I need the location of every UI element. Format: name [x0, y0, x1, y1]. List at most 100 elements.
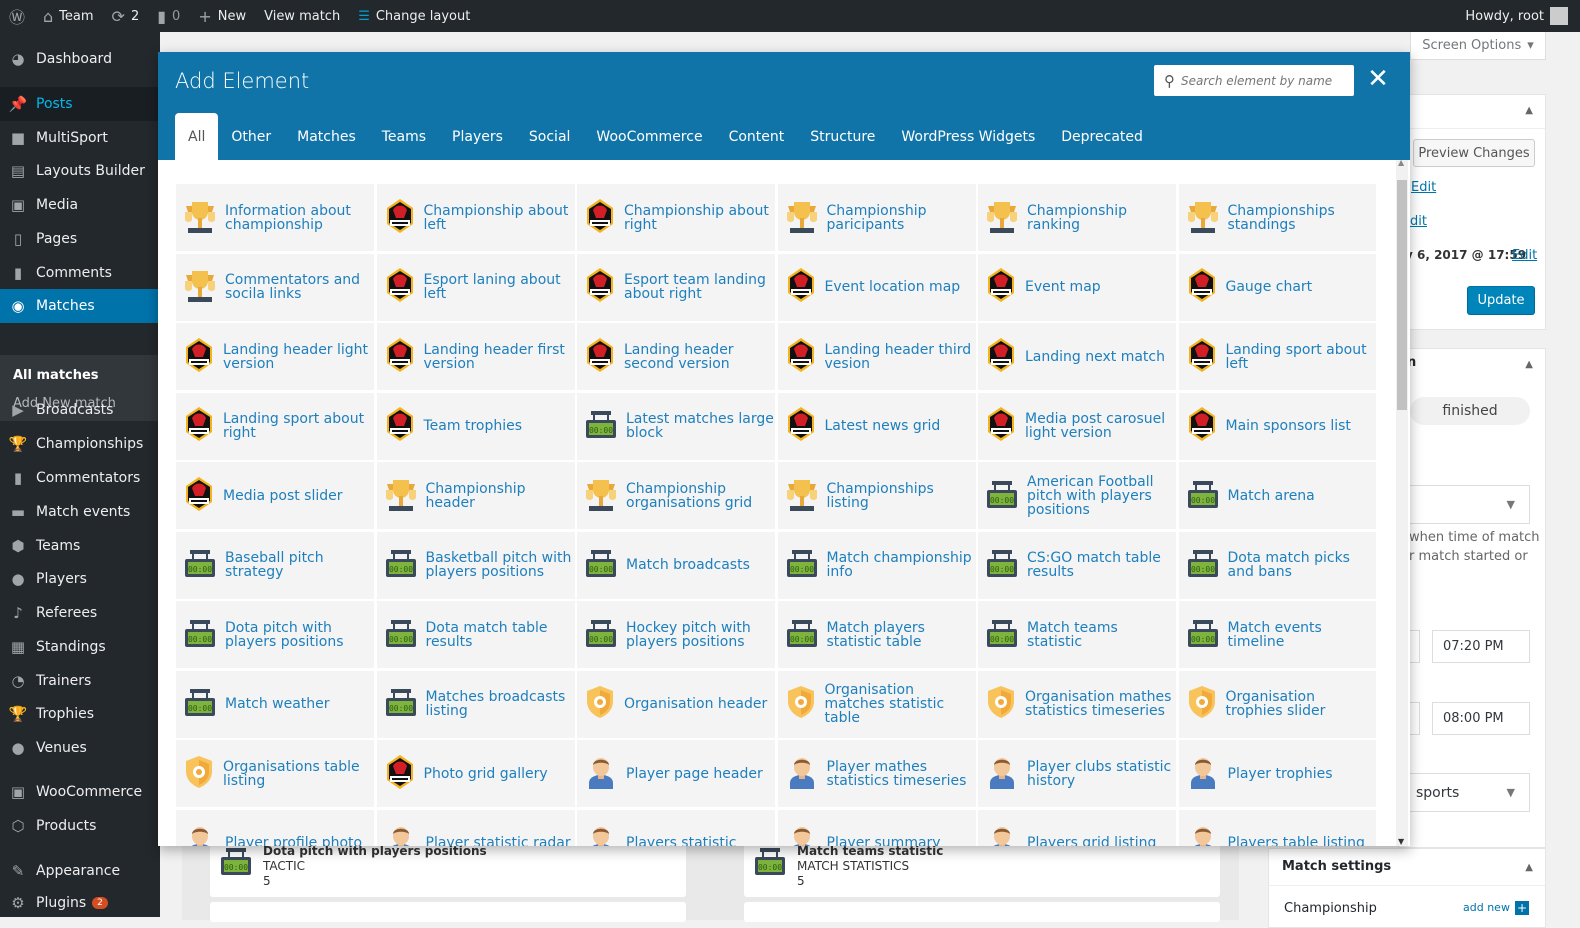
- element-item[interactable]: Event location map: [777, 253, 976, 321]
- close-icon[interactable]: ✕: [1366, 64, 1390, 94]
- element-item[interactable]: Gauge chart: [1178, 253, 1376, 321]
- element-item[interactable]: Landing header first version: [376, 323, 575, 390]
- search-box[interactable]: ⚲: [1154, 65, 1354, 96]
- sidebar-item-standings[interactable]: ▦ Standings: [0, 630, 160, 664]
- element-item[interactable]: Championship about left: [376, 184, 575, 251]
- sidebar-item-venues[interactable]: ● Venues: [0, 731, 160, 765]
- layout-element-card[interactable]: [210, 902, 686, 922]
- sidebar-item-layouts-builder[interactable]: ▤ Layouts Builder: [0, 154, 160, 188]
- element-item[interactable]: Event map: [978, 253, 1176, 321]
- preview-changes-button[interactable]: Preview Changes: [1413, 139, 1535, 167]
- element-item[interactable]: Esport team landing about right: [577, 253, 775, 321]
- element-item[interactable]: 00:00 Dota match picks and bans: [1178, 531, 1376, 599]
- layout-element-card[interactable]: 00:00 Dota pitch with players positions TA…: [210, 842, 686, 897]
- sidebar-item-posts[interactable]: 📌 Posts: [0, 87, 160, 121]
- element-item[interactable]: 00:00 Latest matches large block: [577, 392, 775, 460]
- layout-element-card[interactable]: 00:00 Match teams statistic MATCH STATISTI…: [744, 842, 1220, 897]
- sidebar-item-dashboard[interactable]: ◕ Dashboard: [0, 42, 160, 76]
- element-item[interactable]: Landing sport about left: [1178, 323, 1376, 390]
- sidebar-item-trophies[interactable]: 🏆 Trophies: [0, 697, 160, 731]
- status-pill[interactable]: finished: [1410, 397, 1530, 425]
- comments-link[interactable]: ▮ 0: [148, 0, 189, 32]
- collapse-icon[interactable]: ▲: [1525, 359, 1533, 370]
- sidebar-item-products[interactable]: ⬡ Products: [0, 809, 160, 843]
- sport-select[interactable]: sports ▼: [1405, 773, 1530, 812]
- element-item[interactable]: 00:00 Basketball pitch with players posit…: [376, 531, 575, 599]
- element-item[interactable]: Latest news grid: [777, 392, 976, 460]
- scrollbar[interactable]: ▲ ▼: [1396, 158, 1408, 846]
- end-time-input[interactable]: 08:00 PM: [1432, 702, 1530, 735]
- sidebar-item-pages[interactable]: ▯ Pages: [0, 222, 160, 256]
- view-match-link[interactable]: View match: [255, 0, 349, 32]
- submenu-all-matches[interactable]: All matches: [13, 368, 99, 383]
- sidebar-item-matches[interactable]: ◉ Matches: [0, 289, 160, 323]
- element-item[interactable]: 00:00 Match weather: [176, 670, 374, 738]
- new-link[interactable]: + New: [189, 0, 255, 32]
- element-item[interactable]: Players grid listing: [978, 809, 1176, 846]
- element-item[interactable]: Landing header second version: [577, 323, 775, 390]
- sidebar-item-trainers[interactable]: ◔ Trainers: [0, 664, 160, 698]
- element-item[interactable]: 00:00 Match players statistic table: [777, 601, 976, 668]
- element-item[interactable]: Organisation matches statistic table: [777, 670, 976, 738]
- scrollbar-thumb[interactable]: [1397, 180, 1407, 410]
- sidebar-item-woocommerce[interactable]: ▣ WooCommerce: [0, 775, 160, 809]
- plus-icon[interactable]: +: [1515, 901, 1529, 915]
- sidebar-item-multisport[interactable]: ■ MultiSport: [0, 121, 160, 155]
- element-item[interactable]: 00:00 Hockey pitch with players positions: [577, 601, 775, 668]
- element-item[interactable]: 00:00 Match broadcasts: [577, 531, 775, 599]
- collapse-icon[interactable]: ▲: [1525, 105, 1533, 116]
- updates-link[interactable]: ⟳ 2: [103, 0, 149, 32]
- element-item[interactable]: Landing header third vesion: [777, 323, 976, 390]
- element-item[interactable]: 00:00 American Football pitch with player…: [978, 462, 1176, 529]
- element-item[interactable]: Commentators and socila links: [176, 253, 374, 321]
- element-item[interactable]: Main sponsors list: [1178, 392, 1376, 460]
- site-link[interactable]: ⌂ Team: [34, 0, 103, 32]
- element-item[interactable]: 00:00 Matches broadcasts listing: [376, 670, 575, 738]
- element-item[interactable]: Organisation header: [577, 670, 775, 738]
- element-item[interactable]: 00:00 Match championship info: [777, 531, 976, 599]
- tab-content[interactable]: Content: [716, 113, 798, 160]
- element-item[interactable]: Landing next match: [978, 323, 1176, 390]
- element-item[interactable]: Player summary: [777, 809, 976, 846]
- edit-status-link[interactable]: Edit: [1411, 180, 1436, 195]
- edit-visibility-link[interactable]: dit: [1410, 214, 1427, 229]
- sidebar-item-match-events[interactable]: ▬ Match events: [0, 495, 160, 529]
- account-menu[interactable]: Howdy, root: [1465, 0, 1568, 32]
- element-item[interactable]: Media post carosuel light version: [978, 392, 1176, 460]
- tab-teams[interactable]: Teams: [369, 113, 439, 160]
- collapse-icon[interactable]: ▲: [1525, 862, 1533, 873]
- tab-wordpress-widgets[interactable]: WordPress Widgets: [888, 113, 1048, 160]
- sidebar-item-broadcasts[interactable]: ▶ Broadcasts: [0, 393, 160, 427]
- element-item[interactable]: Player clubs statistic history: [978, 740, 1176, 807]
- element-item[interactable]: Player profile photo: [176, 809, 374, 846]
- element-item[interactable]: Landing header light version: [176, 323, 374, 390]
- sidebar-item-media[interactable]: ▣ Media: [0, 188, 160, 222]
- tab-woocommerce[interactable]: WooCommerce: [583, 113, 715, 160]
- sidebar-item-teams[interactable]: ⬢ Teams: [0, 529, 160, 563]
- element-item[interactable]: Championship organisations grid: [577, 462, 775, 529]
- element-item[interactable]: Organisation mathes statistics timeserie…: [978, 670, 1176, 738]
- search-input[interactable]: [1181, 73, 1341, 88]
- element-item[interactable]: Championship paricipants: [777, 184, 976, 251]
- element-item[interactable]: Player mathes statistics timeseries: [777, 740, 976, 807]
- scroll-up-icon[interactable]: ▲: [1398, 158, 1404, 167]
- element-item[interactable]: 00:00 Dota match table results: [376, 601, 575, 668]
- edit-date-link[interactable]: Edit: [1512, 248, 1537, 263]
- element-item[interactable]: Organisations table listing: [176, 740, 374, 807]
- element-item[interactable]: Players statistic: [577, 809, 775, 846]
- sidebar-item-appearance[interactable]: ✎ Appearance: [0, 854, 160, 888]
- wordpress-logo-button[interactable]: Ⓦ: [0, 0, 34, 32]
- element-item[interactable]: 00:00 CS:GO match table results: [978, 531, 1176, 599]
- element-item[interactable]: Landing sport about right: [176, 392, 374, 460]
- element-item[interactable]: Championships standings: [1178, 184, 1376, 251]
- tab-social[interactable]: Social: [516, 113, 584, 160]
- element-item[interactable]: Championships listing: [777, 462, 976, 529]
- sidebar-item-comments[interactable]: ▮ Comments: [0, 256, 160, 290]
- element-item[interactable]: Information about championship: [176, 184, 374, 251]
- scroll-down-icon[interactable]: ▼: [1398, 837, 1404, 846]
- element-item[interactable]: Championship about right: [577, 184, 775, 251]
- update-button[interactable]: Update: [1467, 286, 1535, 315]
- sidebar-item-commentators[interactable]: ▮ Commentators: [0, 461, 160, 495]
- screen-options-button[interactable]: Screen Options ▾: [1410, 32, 1546, 60]
- element-item[interactable]: Organisation trophies slider: [1178, 670, 1376, 738]
